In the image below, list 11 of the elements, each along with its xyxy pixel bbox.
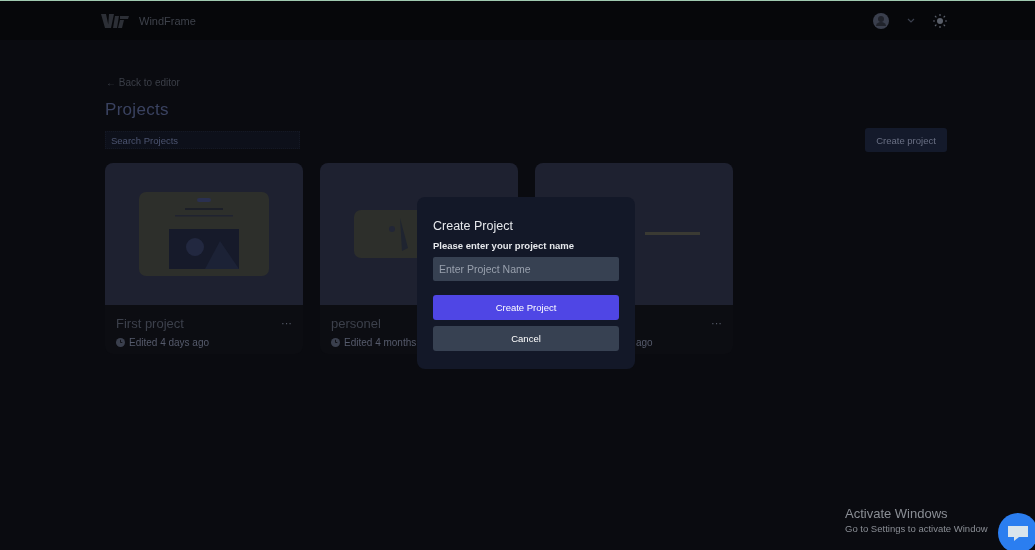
brand-name: WindFrame [139, 14, 196, 27]
activation-title: Activate Windows [845, 506, 949, 521]
project-title: First project [116, 315, 184, 331]
page-title: Projects [105, 100, 170, 120]
edited-time: Edited 4 days ago [129, 337, 210, 348]
activation-message: Go to Settings to activate Window [845, 523, 988, 534]
project-title: personel [331, 315, 381, 331]
edited-time: ago [636, 337, 653, 348]
dialog-title: Create Project [433, 219, 514, 233]
edited-time: Edited 4 months [344, 337, 417, 348]
dialog-prompt: Please enter your project name [433, 240, 575, 251]
